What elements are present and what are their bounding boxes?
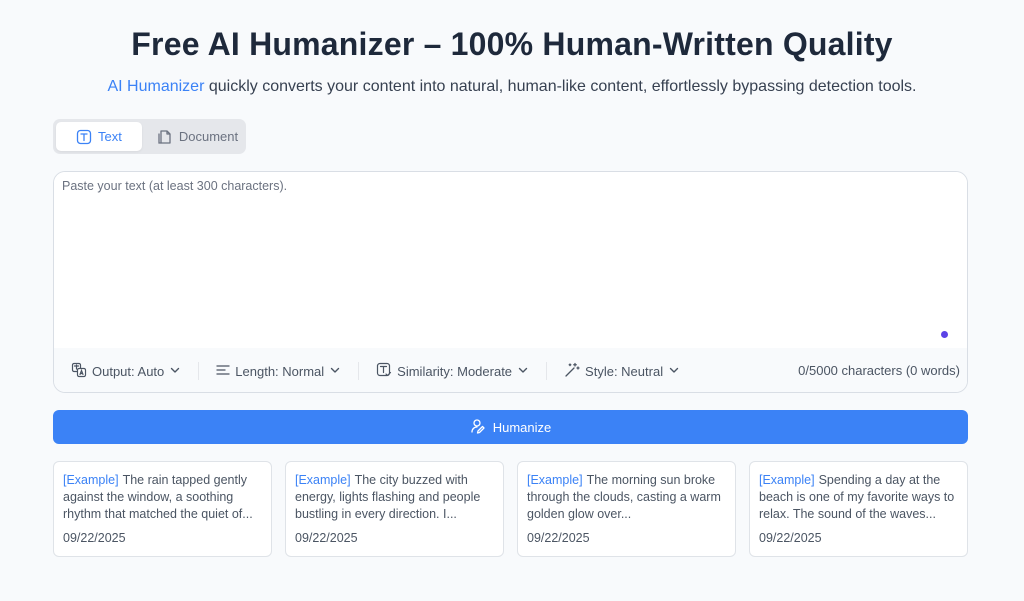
text-input[interactable]: [54, 172, 967, 348]
humanize-label: Humanize: [492, 419, 552, 435]
example-text: [Example] Spending a day at the beach is …: [759, 472, 958, 523]
divider: [358, 362, 360, 380]
example-card[interactable]: [Example] The morning sun broke through t…: [517, 461, 736, 557]
example-card[interactable]: [Example] The rain tapped gently against …: [53, 461, 272, 557]
similarity-select[interactable]: Similarity: Moderate: [376, 362, 529, 381]
example-text: [Example] The city buzzed with energy, li…: [295, 472, 494, 523]
length-select[interactable]: Length: Normal: [216, 363, 341, 380]
style-label: Style: Neutral: [585, 363, 664, 379]
similarity-icon: [376, 362, 392, 381]
magic-wand-icon: [564, 362, 580, 381]
tab-document-label: Document: [178, 129, 239, 144]
example-text: [Example] The morning sun broke through t…: [527, 472, 726, 523]
example-date: 09/22/2025: [295, 531, 358, 545]
divider: [546, 362, 548, 380]
similarity-label: Similarity: Moderate: [397, 363, 513, 379]
options-bar: Output: Auto Length: Normal Similarity: …: [54, 348, 967, 392]
translate-icon: [71, 362, 87, 381]
style-select[interactable]: Style: Neutral: [564, 362, 680, 381]
example-date: 09/22/2025: [759, 531, 822, 545]
humanize-button[interactable]: Humanize: [53, 410, 968, 444]
example-date: 09/22/2025: [63, 531, 126, 545]
tab-document[interactable]: Document: [145, 122, 250, 151]
divider: [198, 362, 200, 380]
tab-text[interactable]: Text: [56, 122, 142, 151]
output-label: Output: Auto: [92, 363, 165, 379]
character-counter: 0/5000 characters (0 words): [798, 363, 960, 378]
text-icon: [76, 129, 92, 145]
example-text: [Example] The rain tapped gently against …: [63, 472, 262, 523]
ai-humanizer-link[interactable]: AI Humanizer: [107, 78, 204, 95]
length-label: Length: Normal: [235, 363, 325, 379]
example-tag: [Example]: [63, 473, 119, 487]
input-mode-tabs: Text Document: [53, 119, 246, 154]
example-card[interactable]: [Example] Spending a day at the beach is …: [749, 461, 968, 557]
example-card[interactable]: [Example] The city buzzed with energy, li…: [285, 461, 504, 557]
chevron-down-icon: [517, 364, 529, 379]
text-editor-panel: Output: Auto Length: Normal: [53, 171, 968, 393]
length-icon: [216, 363, 230, 380]
subtitle-text: quickly converts your content into natur…: [204, 78, 917, 95]
example-tag: [Example]: [527, 473, 583, 487]
tab-text-label: Text: [98, 129, 122, 144]
example-tag: [Example]: [295, 473, 351, 487]
example-date: 09/22/2025: [527, 531, 590, 545]
page-title: Free AI Humanizer – 100% Human-Written Q…: [131, 26, 893, 62]
chevron-down-icon: [169, 364, 181, 379]
page-subtitle: AI Humanizer quickly converts your conte…: [0, 78, 1024, 96]
document-icon: [157, 129, 173, 145]
output-select[interactable]: Output: Auto: [71, 362, 181, 381]
example-tag: [Example]: [759, 473, 815, 487]
humanize-icon: [470, 418, 486, 437]
chevron-down-icon: [329, 364, 341, 379]
chevron-down-icon: [668, 364, 680, 379]
status-dot: [941, 331, 948, 338]
